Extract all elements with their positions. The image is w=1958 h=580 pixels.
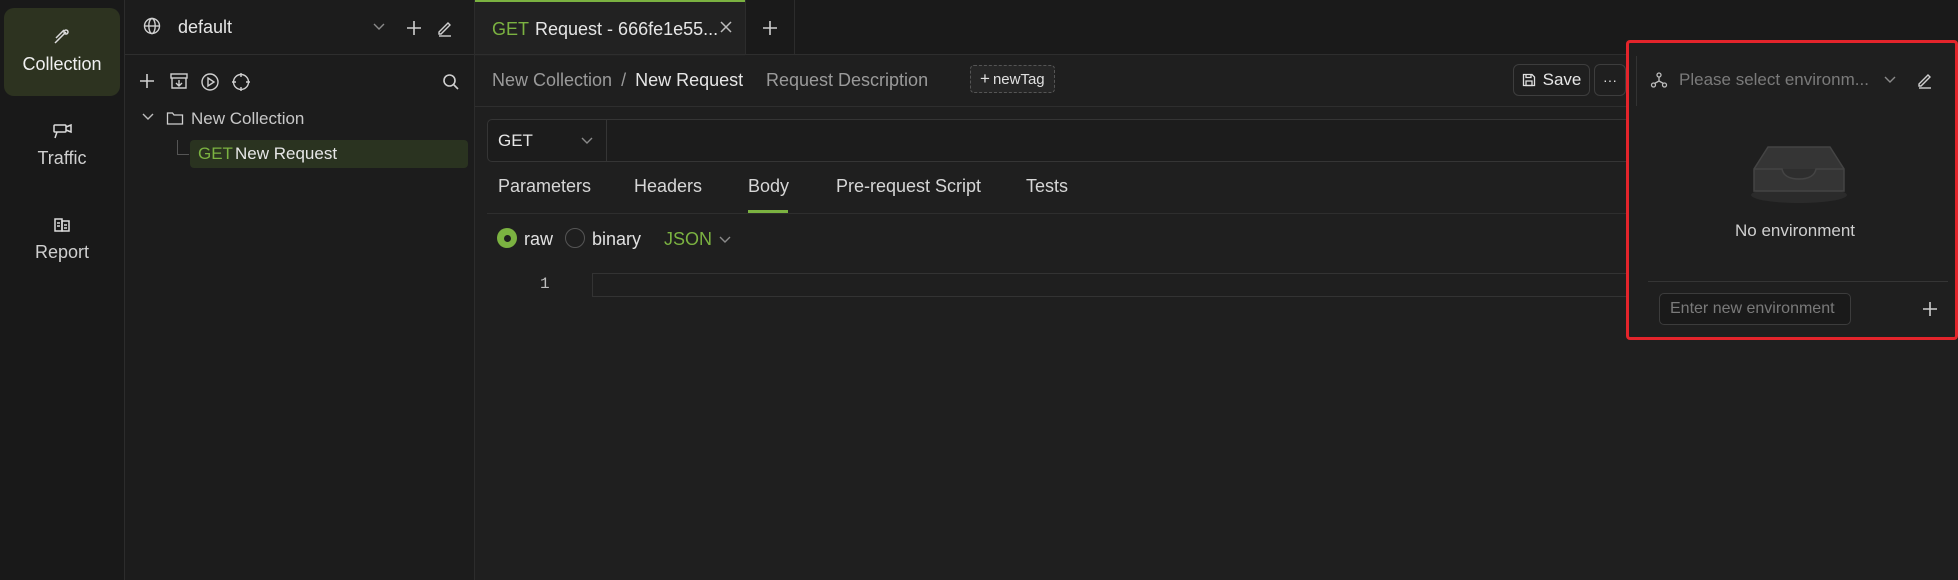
tab-divider: [794, 0, 795, 54]
activity-report-label: Report: [34, 242, 90, 262]
report-icon: [4, 206, 120, 234]
tab-divider: [745, 0, 746, 54]
workspace-globe-icon: [142, 16, 162, 36]
folder-icon: [166, 110, 184, 126]
plus-icon: +: [980, 69, 990, 88]
new-environment-input[interactable]: [1659, 293, 1851, 325]
sidebar-divider: [125, 54, 474, 55]
subtab-border: [487, 213, 1627, 214]
breadcrumb-collection[interactable]: New Collection: [492, 70, 612, 90]
raw-label: raw: [524, 229, 554, 249]
more-button[interactable]: ···: [1594, 64, 1626, 96]
tab-method: GET: [492, 18, 530, 39]
collapse-chevron-icon[interactable]: [141, 112, 155, 122]
edit-environment-icon[interactable]: [1916, 71, 1934, 89]
editor-current-line[interactable]: [592, 273, 1634, 297]
edit-workspace-icon[interactable]: [436, 19, 454, 37]
method-select[interactable]: GET: [488, 120, 607, 161]
empty-environment-text: No environment: [1735, 221, 1856, 240]
new-tag-label: newTag: [992, 70, 1045, 88]
chevron-down-icon: [580, 136, 594, 146]
tab-request[interactable]: GET Request - 666fe1e55...: [475, 0, 745, 56]
new-tag-button[interactable]: + newTag: [970, 65, 1055, 93]
activity-report[interactable]: Report: [4, 206, 120, 286]
activity-collection[interactable]: Collection: [4, 8, 120, 96]
env-divider: [1636, 56, 1637, 106]
tree-request-item[interactable]: GET New Request: [190, 140, 468, 168]
add-icon[interactable]: [137, 71, 157, 91]
raw-radio[interactable]: [497, 228, 517, 248]
activity-traffic-label: Traffic: [37, 148, 87, 168]
binary-label: binary: [592, 229, 642, 249]
breadcrumb-separator: /: [621, 70, 627, 90]
new-tab-icon[interactable]: [760, 18, 780, 38]
subtab-tests[interactable]: Tests: [1026, 176, 1068, 197]
binary-radio[interactable]: [565, 228, 585, 248]
breadcrumb: New Collection / New Request: [492, 70, 743, 91]
activity-collection-label: Collection: [22, 54, 102, 74]
satellite-icon: [4, 8, 120, 46]
subtab-headers[interactable]: Headers: [634, 176, 702, 197]
save-button[interactable]: Save: [1513, 64, 1590, 96]
url-input[interactable]: [608, 120, 1618, 161]
empty-inbox-icon: [1748, 139, 1850, 205]
import-icon[interactable]: [169, 72, 189, 90]
tree-collection[interactable]: New Collection: [191, 109, 304, 129]
add-workspace-icon[interactable]: [404, 18, 424, 38]
tree-guide-line: [177, 140, 178, 154]
breadcrumb-request: New Request: [635, 70, 744, 90]
workspace-chevron-down-icon[interactable]: [372, 22, 386, 32]
target-icon[interactable]: [231, 72, 251, 92]
format-chevron-down-icon[interactable]: [718, 235, 732, 245]
tree-request-name: New Request: [235, 144, 338, 163]
environment-select[interactable]: Please select environm...: [1679, 70, 1869, 90]
close-icon[interactable]: [719, 20, 733, 34]
request-description[interactable]: Request Description: [766, 70, 928, 91]
tree-guide-line: [177, 154, 189, 155]
environment-chevron-down-icon[interactable]: [1883, 75, 1897, 85]
save-icon: [1522, 73, 1536, 87]
tree-request-method: GET: [198, 144, 233, 163]
subtab-pre-request-script[interactable]: Pre-request Script: [836, 176, 981, 197]
method-value: GET: [498, 130, 533, 150]
env-popup-divider: [1648, 281, 1948, 282]
format-select[interactable]: JSON: [664, 229, 712, 250]
workspace-name[interactable]: default: [178, 17, 232, 38]
environment-icon: [1650, 71, 1668, 89]
camera-icon: [4, 112, 120, 140]
subtab-body[interactable]: Body: [748, 176, 789, 197]
save-label: Save: [1542, 70, 1582, 89]
run-icon[interactable]: [200, 72, 220, 92]
activity-traffic[interactable]: Traffic: [4, 112, 120, 192]
code-editor[interactable]: [497, 300, 1627, 580]
search-icon[interactable]: [442, 73, 460, 91]
add-environment-icon[interactable]: [1920, 299, 1940, 319]
editor-line-number: 1: [540, 275, 550, 293]
subtab-parameters[interactable]: Parameters: [498, 176, 591, 197]
activity-bar: Collection Traffic Report: [0, 0, 125, 580]
tab-title: Request - 666fe1e55...: [535, 18, 719, 39]
